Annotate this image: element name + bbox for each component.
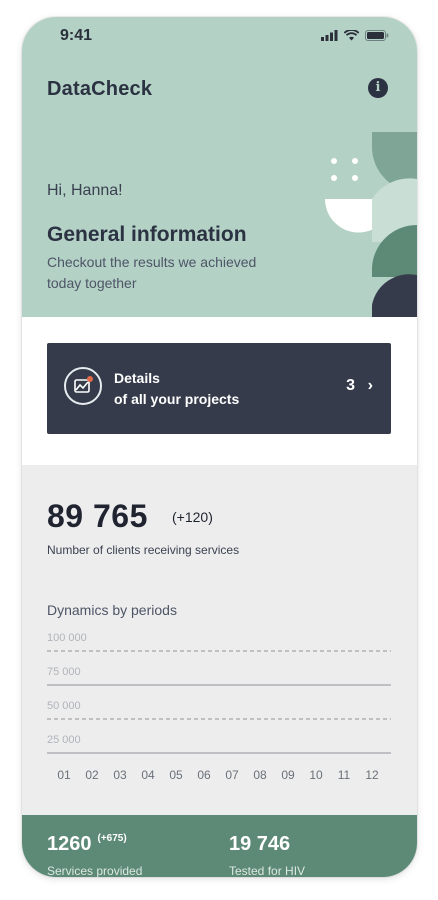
signal-icon: [321, 30, 338, 41]
hiv-stat: 19 746 Tested for HIV: [229, 833, 305, 877]
decorative-shapes: [325, 132, 417, 317]
services-label: Services provided: [47, 864, 143, 877]
y-tick-label: 100 000: [47, 632, 87, 644]
projects-card[interactable]: Details of all your projects 3 ›: [47, 343, 391, 434]
services-stat: 1260 (+675) Services provided: [47, 833, 142, 877]
x-tick-label: 04: [141, 768, 155, 782]
x-tick-label: 03: [113, 768, 127, 782]
x-tick-label: 07: [225, 768, 239, 782]
y-tick-label: 50 000: [47, 700, 81, 712]
hero-section: 9:41 DataCheck i Hi, Hanna! General info…: [22, 17, 417, 317]
x-tick-label: 06: [197, 768, 211, 782]
phone-screen: 9:41 DataCheck i Hi, Hanna! General info…: [22, 17, 417, 877]
section-subtitle: Checkout the results we achieved today t…: [47, 254, 257, 291]
status-icons: [321, 30, 389, 41]
app-title: DataCheck: [47, 78, 153, 100]
projects-count: 3: [346, 377, 355, 394]
services-delta: (+675): [97, 833, 127, 844]
services-value: 1260: [47, 833, 92, 855]
y-tick-label: 25 000: [47, 734, 81, 746]
battery-icon: [365, 30, 389, 41]
dynamics-title: Dynamics by periods: [47, 602, 177, 618]
hiv-label: Tested for HIV: [229, 864, 306, 877]
footer-stats: 1260 (+675) Services provided 19 746 Test…: [22, 815, 417, 877]
chart-image-icon: [64, 367, 102, 405]
clients-label: Number of clients receiving services: [47, 543, 240, 557]
x-tick-label: 12: [365, 768, 379, 782]
x-tick-label: 01: [57, 768, 71, 782]
x-tick-label: 09: [281, 768, 295, 782]
clients-total: 89 765: [47, 498, 148, 534]
projects-line1: Details: [114, 370, 160, 386]
status-bar: 9:41: [22, 17, 417, 57]
dynamics-chart: 100 000 75 000 50 000 25 000 01 02 03 04 05 06 07 0…: [47, 632, 391, 782]
y-tick-label: 75 000: [47, 666, 81, 678]
projects-line2: of all your projects: [114, 391, 240, 407]
x-tick-label: 08: [253, 768, 267, 782]
projects-text: Details of all your projects: [114, 368, 239, 410]
x-tick-label: 02: [85, 768, 99, 782]
clients-delta: (+120): [172, 509, 213, 525]
greeting-text: Hi, Hanna!: [47, 182, 123, 199]
info-icon: i: [375, 80, 381, 95]
stats-section: 89 765 (+120) Number of clients receivin…: [22, 465, 417, 825]
wifi-icon: [344, 30, 359, 41]
info-button[interactable]: i: [368, 78, 388, 98]
x-tick-label: 05: [169, 768, 183, 782]
status-time: 9:41: [60, 27, 93, 44]
x-tick-label: 11: [338, 768, 351, 782]
chevron-right-icon: ›: [367, 377, 373, 394]
section-title: General information: [47, 223, 247, 246]
hiv-value: 19 746: [229, 833, 291, 855]
x-tick-label: 10: [309, 768, 323, 782]
